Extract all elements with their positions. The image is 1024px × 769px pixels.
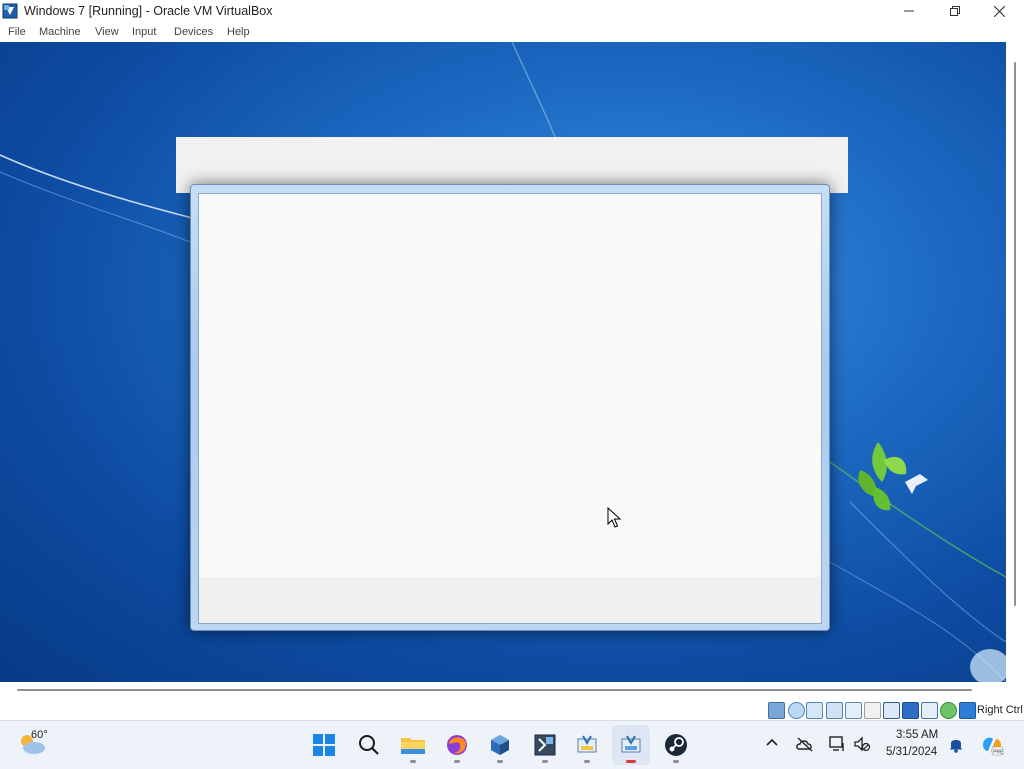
dialog-footer: [198, 577, 822, 624]
chevron-up-icon[interactable]: [765, 737, 779, 747]
mouse-integration-icon[interactable]: [940, 702, 957, 719]
running-indicator: [497, 760, 503, 763]
snipping-tool-icon: [577, 735, 597, 753]
close-button[interactable]: [976, 0, 1022, 22]
taskbar-firefox[interactable]: [438, 725, 476, 765]
usb-icon[interactable]: [845, 702, 862, 719]
window-title: Windows 7 [Running] - Oracle VM VirtualB…: [24, 4, 273, 18]
taskbar-steam[interactable]: [657, 725, 695, 765]
dove-shape: [905, 474, 928, 494]
taskbar-terminal[interactable]: [526, 725, 564, 765]
virtualbox-icon: [491, 735, 509, 755]
horizontal-scroll-thumb[interactable]: [17, 689, 972, 691]
hard-disk-icon[interactable]: [768, 702, 785, 719]
menu-devices[interactable]: Devices: [174, 26, 213, 38]
virtualbox-vm-icon: [621, 735, 641, 753]
virtualbox-app-icon: [2, 3, 18, 19]
file-explorer-icon: [401, 738, 425, 754]
setup-dialog: [190, 184, 830, 631]
mouse-cursor-icon: [607, 507, 622, 528]
running-indicator: [673, 760, 679, 763]
shared-folders-icon[interactable]: [864, 702, 881, 719]
clock-date[interactable]: 5/31/2024: [886, 746, 937, 758]
running-indicator: [584, 760, 590, 763]
menu-file[interactable]: File: [8, 26, 26, 38]
restore-icon: [950, 6, 960, 16]
title-bar: Windows 7 [Running] - Oracle VM VirtualB…: [0, 0, 1024, 23]
onedrive-offline-icon[interactable]: [795, 735, 815, 753]
notification-bell-icon[interactable]: [948, 735, 964, 753]
taskbar-snipping-tool[interactable]: [568, 725, 606, 765]
network-tray-icon[interactable]: [828, 735, 846, 753]
guest-additions-icon[interactable]: [959, 702, 976, 719]
host-key-label[interactable]: Right Ctrl: [977, 704, 1023, 716]
taskbar-virtualbox-vm[interactable]: [612, 725, 650, 765]
steam-icon: [665, 734, 687, 756]
svg-text:PRE: PRE: [993, 750, 1004, 756]
volume-muted-icon[interactable]: [853, 735, 871, 753]
menu-bar: File Machine View Input Devices Help: [0, 23, 1024, 42]
firefox-icon: [447, 735, 467, 755]
menu-machine[interactable]: Machine: [39, 26, 81, 38]
clock-time[interactable]: 3:55 AM: [896, 729, 938, 741]
horizontal-scrollbar[interactable]: [0, 682, 1024, 700]
running-indicator: [410, 760, 416, 763]
active-indicator: [626, 760, 636, 763]
vertical-scrollbar[interactable]: [1006, 42, 1024, 682]
running-indicator: [454, 760, 460, 763]
terminal-icon: [534, 734, 556, 756]
vertical-scroll-thumb[interactable]: [1014, 62, 1016, 606]
menu-help[interactable]: Help: [227, 26, 250, 38]
search-button[interactable]: [350, 725, 388, 765]
close-icon: [993, 5, 1005, 17]
display-icon[interactable]: [883, 702, 900, 719]
start-icon: [313, 734, 335, 756]
taskbar-file-explorer[interactable]: [394, 725, 432, 765]
menu-input[interactable]: Input: [132, 26, 156, 38]
menu-view[interactable]: View: [95, 26, 119, 38]
restore-button[interactable]: [932, 0, 978, 22]
minimize-icon: [904, 10, 914, 12]
virtualization-icon[interactable]: [921, 702, 938, 719]
dialog-content: [198, 193, 822, 578]
taskbar-virtualbox[interactable]: [481, 725, 519, 765]
windows-taskbar: 60° 3:55 AM 5/31/2024 PRE: [0, 720, 1024, 769]
optical-drive-icon[interactable]: [788, 702, 805, 719]
search-icon: [359, 735, 379, 755]
minimize-button[interactable]: [886, 0, 932, 22]
running-indicator: [542, 760, 548, 763]
copilot-pre-icon[interactable]: PRE: [980, 733, 1004, 757]
vm-status-bar: Right Ctrl: [0, 700, 1024, 720]
win7-logo-leaves: [858, 442, 907, 511]
network-icon[interactable]: [826, 702, 843, 719]
recording-icon[interactable]: [902, 702, 919, 719]
weather-temperature[interactable]: 60°: [31, 729, 48, 741]
start-button[interactable]: [305, 725, 343, 765]
audio-icon[interactable]: [806, 702, 823, 719]
